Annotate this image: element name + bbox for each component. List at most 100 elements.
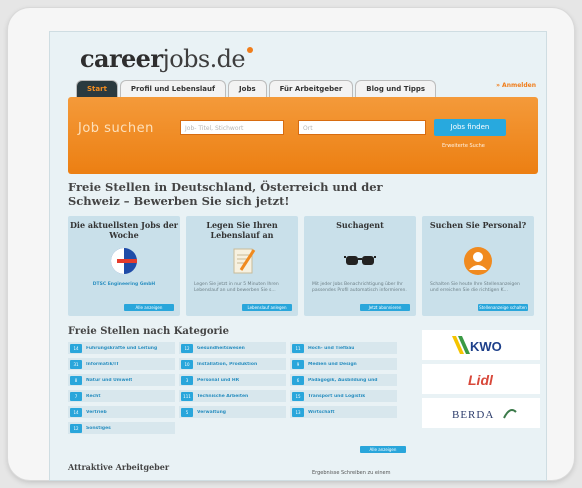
category-label: Vertrieb: [86, 409, 107, 415]
category-count: 3: [181, 375, 193, 385]
company-logo-icon: [111, 248, 137, 274]
box-desc: Schalten Sie heute Ihre Stellenanzeigen …: [430, 282, 520, 293]
category-count: 13: [292, 407, 304, 417]
box-staff: Suchen Sie Personal? Schalten Sie heute …: [422, 216, 534, 316]
box-title: Die aktuellsten Jobs der Woche: [69, 220, 179, 240]
employer-logo-kwo[interactable]: KWO: [422, 330, 540, 360]
category-item[interactable]: 15 Transport und Logistik: [290, 390, 397, 402]
category-label: Hoch- und Tiefbau: [308, 345, 355, 351]
category-item[interactable]: 10 Installation, Produktion: [179, 358, 286, 370]
berda-logo-icon: BERDA: [452, 409, 517, 421]
category-item[interactable]: 14 Vertrieb: [68, 406, 175, 418]
box-desc: Mit jeder Jobs Benachrichtigung über Ihr…: [312, 282, 407, 293]
main-nav-tabs: Start Profil und Lebenslauf Jobs Für Arb…: [76, 80, 437, 97]
category-item[interactable]: 31 Informatik/IT: [68, 358, 175, 370]
post-ad-button[interactable]: Stellenanzeige schalten: [478, 304, 528, 311]
tab-jobs[interactable]: Jobs: [228, 80, 267, 97]
category-label: Installation, Produktion: [197, 361, 258, 367]
svg-text:KWO: KWO: [470, 339, 502, 354]
category-label: Medien und Design: [308, 361, 357, 367]
category-count: 10: [181, 359, 193, 369]
category-count: 9: [292, 359, 304, 369]
subscribe-button[interactable]: Jetzt abonnieren: [360, 304, 410, 311]
box-cv: Legen Sie Ihren Lebenslauf an Legen Sie …: [186, 216, 298, 316]
advanced-search-link[interactable]: Erweiterte Suche: [442, 143, 485, 149]
categories-title: Freie Stellen nach Kategorie: [68, 326, 229, 337]
category-label: Sonstiges: [86, 425, 111, 431]
category-list: 14 Führungskräfte und Leitung 12 Gesundheit…: [68, 342, 408, 438]
category-count: 12: [70, 423, 82, 433]
location-input[interactable]: Ort: [298, 120, 426, 135]
job-title-input[interactable]: Job- Titel, Stichwort: [180, 120, 284, 135]
page-headline: Freie Stellen in Deutschland, Österreich…: [68, 180, 383, 208]
create-cv-button[interactable]: Lebenslauf anlegen: [242, 304, 292, 311]
category-item[interactable]: 3 Personal und HR: [179, 374, 286, 386]
employer-logo-berda[interactable]: BERDA: [422, 398, 540, 428]
site-logo[interactable]: careerjobs.de: [80, 44, 253, 73]
category-row: 31 Informatik/IT 10 Installation, Produktio…: [68, 358, 408, 370]
box-desc: Legen Sie jetzt in nur 5 Minuten Ihren L…: [194, 282, 279, 293]
login-link[interactable]: » Anmelden: [496, 82, 536, 89]
category-item[interactable]: 11 Hoch- und Tiefbau: [290, 342, 397, 354]
tab-blog[interactable]: Blog und Tipps: [355, 80, 437, 97]
category-item[interactable]: 111 Technische Arbeiten: [179, 390, 286, 402]
tab-profil[interactable]: Profil und Lebenslauf: [119, 80, 227, 97]
box-title: Legen Sie Ihren Lebenslauf an: [206, 220, 278, 240]
category-count: 8: [70, 375, 82, 385]
category-row: 7 Recht 111 Technische Arbeiten 15 Transport …: [68, 390, 408, 402]
category-row: 14 Vertrieb 5 Verwaltung 13 Wirtschaft: [68, 406, 408, 418]
person-badge-icon: [464, 247, 492, 275]
category-count: 14: [70, 407, 82, 417]
category-count: 12: [181, 343, 193, 353]
all-jobs-button[interactable]: Alle anzeigen: [124, 304, 174, 311]
employers-heading: Attraktive Arbeitgeber: [68, 462, 170, 472]
photo-frame: careerjobs.de Start Profil und Lebenslau…: [8, 8, 574, 480]
category-label: Pädagogik, Ausbildung und: [308, 377, 378, 383]
category-item[interactable]: 7 Recht: [68, 390, 175, 402]
category-label: Führungskräfte und Leitung: [86, 345, 158, 351]
logo-dot: [246, 47, 253, 53]
category-count: 7: [70, 391, 82, 401]
category-row: 8 Natur und Umwelt 3 Personal und HR 6 Pädago…: [68, 374, 408, 386]
category-item[interactable]: 5 Verwaltung: [179, 406, 286, 418]
svg-text:Lidl: Lidl: [468, 372, 494, 388]
category-count: 6: [292, 375, 304, 385]
category-row: 12 Sonstiges: [68, 422, 408, 434]
category-label: Gesundheitswesen: [197, 345, 245, 351]
category-count: 15: [292, 391, 304, 401]
tab-start[interactable]: Start: [76, 80, 118, 97]
search-label: Job suchen: [78, 121, 154, 136]
website-page: careerjobs.de Start Profil und Lebenslau…: [50, 32, 546, 480]
category-label: Verwaltung: [197, 409, 227, 415]
category-label: Natur und Umwelt: [86, 377, 133, 383]
lidl-logo-icon: Lidl: [468, 372, 494, 388]
search-banner: Job suchen Job- Titel, Stichwort Ort Job…: [68, 97, 538, 174]
category-item[interactable]: 6 Pädagogik, Ausbildung und: [290, 374, 397, 386]
box-title: Suchen Sie Personal?: [429, 220, 527, 230]
kwo-logo-icon: KWO: [452, 336, 502, 354]
category-item[interactable]: 12 Sonstiges: [68, 422, 175, 434]
employer-logos: KWO Lidl BERDA: [422, 330, 540, 432]
category-count: 111: [181, 391, 193, 401]
box-title: Suchagent: [336, 220, 384, 230]
all-categories-button[interactable]: Alle anzeigen: [360, 446, 406, 453]
category-item[interactable]: 8 Natur und Umwelt: [68, 374, 175, 386]
category-label: Transport und Logistik: [308, 393, 366, 399]
category-item[interactable]: 14 Führungskräfte und Leitung: [68, 342, 175, 354]
category-label: Wirtschaft: [308, 409, 335, 415]
category-label: Technische Arbeiten: [197, 393, 249, 399]
category-item[interactable]: 12 Gesundheitswesen: [179, 342, 286, 354]
category-item[interactable]: 13 Wirtschaft: [290, 406, 397, 418]
document-pen-icon: [233, 248, 256, 274]
glasses-icon: [344, 256, 376, 265]
employer-logo-lidl[interactable]: Lidl: [422, 364, 540, 394]
category-label: Informatik/IT: [86, 361, 119, 367]
category-count: 14: [70, 343, 82, 353]
search-button[interactable]: Jobs finden: [434, 119, 506, 136]
box-search-agent: Suchagent Mit jeder Jobs Benachrichtigun…: [304, 216, 416, 316]
tab-arbeitgeber[interactable]: Für Arbeitgeber: [268, 80, 354, 97]
category-count: 31: [70, 359, 82, 369]
category-item[interactable]: 9 Medien und Design: [290, 358, 397, 370]
category-label: Personal und HR: [197, 377, 240, 383]
category-label: Recht: [86, 393, 101, 399]
